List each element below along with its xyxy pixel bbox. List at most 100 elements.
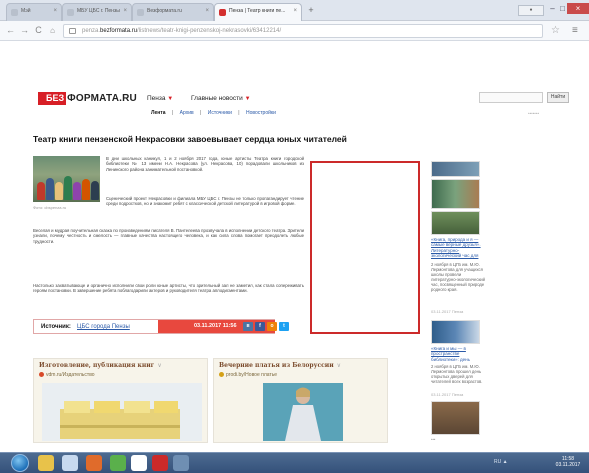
app-icon[interactable]: [110, 455, 126, 471]
city-selector[interactable]: Пенза ▼: [147, 95, 173, 102]
subnav-sources[interactable]: Источники: [208, 110, 232, 116]
vk-share-icon[interactable]: в: [243, 322, 253, 331]
photo-caption: Фото: cbspenza.ru: [33, 205, 67, 210]
sidebar-thumbnail[interactable]: [431, 161, 480, 177]
sidebar-news-text: •••: [431, 437, 436, 442]
block-subtitle: vdm.ru/Издательство: [39, 372, 95, 378]
twitter-share-icon[interactable]: t: [279, 322, 289, 331]
address-bar[interactable]: penza.bezformata.ru/listnews/teatr-knigi…: [63, 24, 543, 38]
page-icon: [11, 9, 18, 16]
close-tab-icon[interactable]: ×: [123, 8, 127, 14]
bookmark-star-icon[interactable]: ☆: [551, 25, 560, 36]
subnav-feed[interactable]: Лента: [151, 110, 166, 116]
chevron-down-icon: ∨: [157, 363, 162, 369]
sidebar-thumbnail[interactable]: [431, 401, 480, 435]
close-tab-icon[interactable]: ×: [205, 8, 209, 14]
article-photo[interactable]: [33, 156, 100, 202]
block-subtitle: prodi.by/Новое платье: [219, 372, 277, 378]
sidebar-news-text: 2 ноября в ЦГБ им. М.Ю. Лермонтова для у…: [431, 262, 485, 293]
word-icon[interactable]: [173, 455, 189, 471]
source-label: Источник:: [41, 324, 71, 330]
browser-tab[interactable]: Мэй ×: [6, 3, 62, 21]
chrome-icon[interactable]: [131, 455, 147, 471]
os-taskbar: RU ▲ 11:58 03.11.2017: [0, 452, 589, 473]
logo-red-part: БЕЗ: [38, 92, 67, 105]
chevron-down-icon: ∨: [336, 363, 342, 369]
article-paragraph: Веселая и мудрая поучительная сказка по …: [33, 228, 304, 244]
url-path: /listnews/teatr-knigi-penzenskoj-nekraso…: [137, 28, 282, 34]
dropdown-arrow-icon: ▼: [167, 96, 174, 102]
city-label: Пенза: [147, 95, 166, 102]
media-player-icon[interactable]: [86, 455, 102, 471]
forward-arrow-icon[interactable]: →: [19, 25, 30, 36]
system-tray[interactable]: RU ▲: [494, 459, 508, 465]
books-image: [42, 383, 202, 441]
browser-tab-bar: Мэй × МБУ ЦБС г. Пензы × Bезформата.ru ×…: [0, 0, 589, 21]
brand-dot-icon: [39, 372, 44, 377]
user-profile-icon[interactable]: ●: [518, 5, 544, 16]
sidebar-thumbnail[interactable]: [431, 320, 480, 344]
subnav-sep: |: [171, 110, 174, 116]
clock-date: 03.11.2017: [555, 462, 581, 468]
sub-navigation: Лента | Архив | Источники | Новостройки: [151, 110, 281, 116]
close-tab-icon[interactable]: ×: [53, 8, 57, 14]
source-bar: Источник: ЦБС города Пензы 03.11.2017 11…: [33, 319, 275, 334]
system-clock[interactable]: 11:58 03.11.2017: [553, 456, 583, 468]
site-search-button[interactable]: Найти: [547, 92, 569, 103]
reload-icon[interactable]: C: [33, 25, 44, 36]
article-paragraph: Сценический проект Некрасовки и филиала …: [106, 196, 304, 207]
logo-dark-part: ФОРМАТА.RU: [67, 93, 137, 104]
browser-tab[interactable]: Bезформата.ru ×: [132, 3, 214, 21]
main-news-menu[interactable]: Главные новости ▼: [191, 95, 251, 102]
close-window-button[interactable]: ×: [567, 3, 589, 14]
sidebar-thumbnail[interactable]: [431, 211, 480, 235]
sidebar-news-date: 03.11.2017 Пенза: [431, 309, 464, 314]
facebook-share-icon[interactable]: f: [255, 322, 265, 331]
tab-label: Пенза | Театр книги пе...: [229, 8, 286, 14]
start-button[interactable]: [11, 454, 29, 472]
site-search-input[interactable]: [479, 92, 543, 103]
sidebar-news-link[interactable]: «Книга и мы — в пространстве библиотеки»…: [431, 346, 486, 362]
tab-label: Мэй: [21, 8, 31, 14]
article-paragraph: Настолько захватывающе и органично испол…: [33, 283, 304, 294]
sidebar-news-text: 2 ноября в ЦГБ им. М.Ю. Лермонтова проше…: [431, 364, 483, 385]
home-icon[interactable]: ⌂: [47, 25, 58, 36]
sidebar-thumbnail[interactable]: [431, 179, 480, 209]
page-icon: [137, 9, 144, 16]
sidebar-news-link[interactable]: «Книга, природа и я — самые верные друзь…: [431, 237, 486, 259]
article-paragraph: В дни школьных каникул, 1 и 2 ноября 201…: [106, 156, 304, 172]
new-tab-button[interactable]: +: [305, 6, 317, 16]
article-title: Театр книги пензенской Некрасовки завоев…: [33, 134, 347, 144]
opera-icon[interactable]: [152, 455, 168, 471]
brand-dot-icon: [219, 372, 224, 377]
dress-image: [263, 383, 343, 441]
share-buttons: в f о t: [243, 322, 289, 331]
lock-icon: [69, 28, 76, 34]
subnav-buildings[interactable]: Новостройки: [246, 110, 276, 116]
ok-share-icon[interactable]: о: [267, 322, 277, 331]
ad-block-books[interactable]: Изготовление, публикация книг ∨ vdm.ru/Из…: [33, 358, 208, 443]
block-title: Вечерние платья из Белоруссии ∨: [219, 362, 342, 369]
dropdown-arrow-icon: ▼: [244, 96, 251, 102]
browser-tab[interactable]: МБУ ЦБС г. Пензы ×: [62, 3, 132, 21]
url-prefix: penza.: [82, 28, 101, 34]
back-arrow-icon[interactable]: ←: [5, 25, 16, 36]
subnav-archive[interactable]: Архив: [180, 110, 194, 116]
browser-menu-icon[interactable]: ≡: [572, 25, 578, 36]
search-options-link[interactable]: •••••••: [528, 111, 539, 116]
source-link[interactable]: ЦБС города Пензы: [77, 324, 130, 330]
folder-icon[interactable]: [62, 455, 78, 471]
page-icon: [219, 9, 226, 16]
site-logo[interactable]: БЕЗ ФОРМАТА.RU: [38, 91, 137, 106]
browser-tab-active[interactable]: Пенза | Театр книги пе... ×: [214, 3, 302, 21]
explorer-icon[interactable]: [38, 455, 54, 471]
ad-block-dresses[interactable]: Вечерние платья из Белоруссии ∨ prodi.by/…: [213, 358, 388, 443]
main-news-label: Главные новости: [191, 95, 243, 102]
subnav-sep: |: [200, 110, 202, 116]
url-domain: bezformata.ru: [100, 28, 138, 34]
ad-placeholder: [310, 161, 420, 334]
close-tab-icon[interactable]: ×: [293, 8, 297, 14]
page-icon: [67, 9, 74, 16]
tab-label: Bезформата.ru: [147, 8, 182, 14]
block-title: Изготовление, публикация книг ∨: [39, 362, 162, 369]
